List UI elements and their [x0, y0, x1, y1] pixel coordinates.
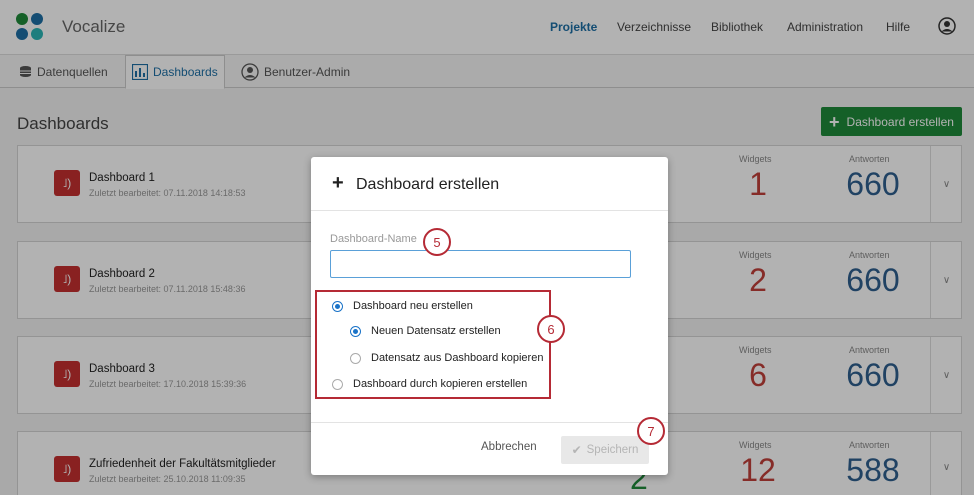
- annotation-callout-5: 5: [423, 228, 451, 256]
- dashboard-name-input[interactable]: [330, 250, 631, 278]
- dialog-footer-divider: [311, 422, 668, 423]
- cancel-button[interactable]: Abbrechen: [481, 441, 537, 453]
- annotation-callout-6: 6: [537, 315, 565, 343]
- plus-icon: +: [332, 172, 344, 194]
- save-button[interactable]: ✔ Speichern: [561, 436, 649, 464]
- save-button-label: Speichern: [586, 444, 639, 456]
- dialog-title: Dashboard erstellen: [356, 176, 500, 193]
- annotation-highlight-box: [315, 290, 551, 399]
- annotation-callout-7: 7: [637, 417, 665, 445]
- check-icon: ✔: [571, 443, 582, 457]
- dialog-header: + Dashboard erstellen: [311, 157, 668, 211]
- dashboard-name-label: Dashboard-Name: [330, 233, 417, 245]
